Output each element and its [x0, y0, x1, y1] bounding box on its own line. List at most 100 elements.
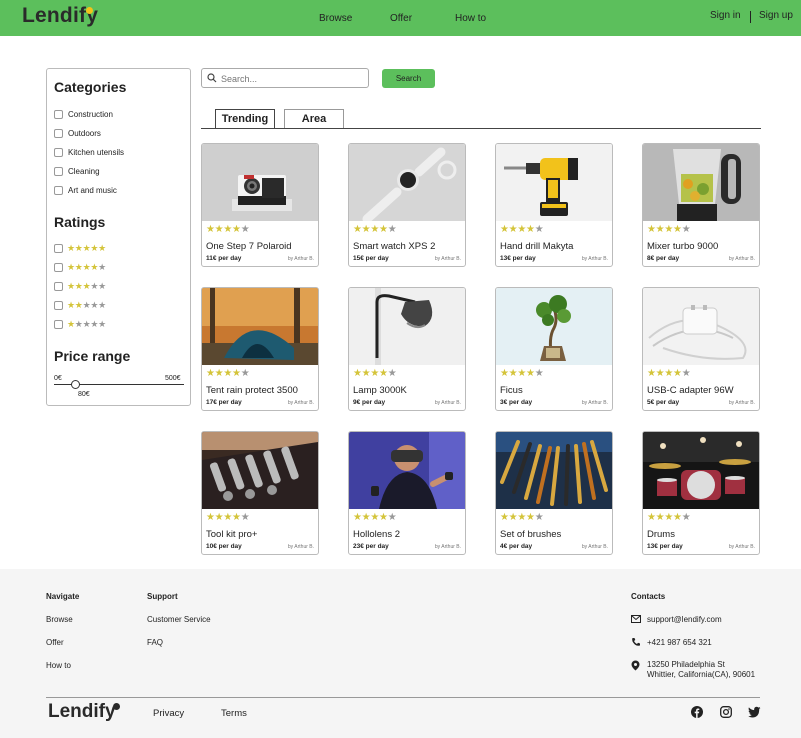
sign-up-link[interactable]: Sign up: [759, 10, 793, 21]
facebook-icon[interactable]: [691, 706, 703, 718]
product-title[interactable]: Hollolens 2: [353, 529, 400, 540]
rating-filter-1[interactable]: ★★★★★: [54, 318, 106, 330]
vr-headset-image[interactable]: [349, 432, 465, 509]
price-range-heading: Price range: [54, 348, 131, 364]
product-owner[interactable]: by Arthur B.: [582, 400, 608, 406]
product-card[interactable]: ★★★★★ Tent rain protect 3500 17€ per day by…: [201, 287, 319, 411]
product-card[interactable]: ★★★★★ Lamp 3000K 9€ per day by Arthur B.: [348, 287, 466, 411]
drums-image[interactable]: [643, 432, 759, 509]
product-owner[interactable]: by Arthur B.: [582, 256, 608, 262]
star-icon: ★: [232, 368, 241, 379]
product-owner[interactable]: by Arthur B.: [288, 544, 314, 550]
product-card[interactable]: ★★★★★ Smart watch XPS 2 15€ per day by Arth…: [348, 143, 466, 267]
instagram-icon[interactable]: [720, 706, 732, 718]
category-construction[interactable]: Construction: [54, 108, 113, 120]
hand-drill-image[interactable]: [496, 144, 612, 221]
smart-watch-image[interactable]: [349, 144, 465, 221]
contact-phone[interactable]: +421 987 654 321: [647, 638, 712, 647]
product-owner[interactable]: by Arthur B.: [729, 544, 755, 550]
product-price: 3€ per day: [500, 399, 533, 406]
product-card[interactable]: ★★★★★ Set of brushes 4€ per day by Arthur B…: [495, 431, 613, 555]
price-slider-thumb[interactable]: [70, 380, 80, 389]
contact-email[interactable]: support@lendify.com: [647, 615, 722, 624]
footer-link-privacy[interactable]: Privacy: [153, 708, 184, 719]
product-title[interactable]: Smart watch XPS 2: [353, 241, 435, 252]
star-icon: ★: [240, 224, 250, 235]
checkbox[interactable]: [54, 109, 63, 119]
tab-area[interactable]: Area: [284, 109, 344, 129]
mixer-image[interactable]: [643, 144, 759, 221]
footer-link-customer-service[interactable]: Customer Service: [147, 615, 211, 624]
product-owner[interactable]: by Arthur B.: [435, 400, 461, 406]
checkbox[interactable]: [54, 281, 63, 291]
category-cleaning[interactable]: Cleaning: [54, 165, 100, 177]
search-button[interactable]: Search: [382, 69, 435, 88]
nav-offer[interactable]: Offer: [390, 13, 412, 24]
product-owner[interactable]: by Arthur B.: [288, 256, 314, 262]
rating-filter-3[interactable]: ★★★★★: [54, 280, 106, 292]
brushes-image[interactable]: [496, 432, 612, 509]
tab-trending[interactable]: Trending: [215, 109, 275, 129]
rating-stars: ★★★★★: [67, 243, 106, 253]
product-title[interactable]: Ficus: [500, 385, 523, 396]
category-kitchen-utensils[interactable]: Kitchen utensils: [54, 146, 124, 158]
product-title[interactable]: Drums: [647, 529, 675, 540]
product-title[interactable]: Mixer turbo 9000: [647, 241, 718, 252]
ficus-image[interactable]: [496, 288, 612, 365]
nav-browse[interactable]: Browse: [319, 13, 352, 24]
product-owner[interactable]: by Arthur B.: [729, 400, 755, 406]
category-label: Cleaning: [68, 166, 100, 176]
checkbox[interactable]: [54, 185, 63, 195]
tent-image[interactable]: [202, 288, 318, 365]
rating-filter-5[interactable]: ★★★★★: [54, 242, 106, 254]
checkbox[interactable]: [54, 166, 63, 176]
product-owner[interactable]: by Arthur B.: [582, 544, 608, 550]
product-title[interactable]: One Step 7 Polaroid: [206, 241, 292, 252]
search-input[interactable]: [221, 71, 361, 86]
product-owner[interactable]: by Arthur B.: [435, 544, 461, 550]
product-title[interactable]: Tent rain protect 3500: [206, 385, 298, 396]
checkbox[interactable]: [54, 147, 63, 157]
checkbox[interactable]: [54, 262, 63, 272]
product-owner[interactable]: by Arthur B.: [729, 256, 755, 262]
checkbox[interactable]: [54, 319, 63, 329]
footer-link-offer[interactable]: Offer: [46, 638, 64, 647]
product-card[interactable]: ★★★★★ Drums 13€ per day by Arthur B.: [642, 431, 760, 555]
tool-kit-image[interactable]: [202, 432, 318, 509]
footer-link-how-to[interactable]: How to: [46, 661, 71, 670]
product-title[interactable]: Tool kit pro+: [206, 529, 258, 540]
product-owner[interactable]: by Arthur B.: [288, 400, 314, 406]
product-card[interactable]: ★★★★★ Ficus 3€ per day by Arthur B.: [495, 287, 613, 411]
footer-link-browse[interactable]: Browse: [46, 615, 73, 624]
footer-link-faq[interactable]: FAQ: [147, 638, 163, 647]
product-card[interactable]: ★★★★★ Hollolens 2 23€ per day by Arthur B.: [348, 431, 466, 555]
product-title[interactable]: Lamp 3000K: [353, 385, 407, 396]
rating-filter-2[interactable]: ★★★★★: [54, 299, 106, 311]
category-outdoors[interactable]: Outdoors: [54, 127, 101, 139]
product-card[interactable]: ★★★★★ USB-C adapter 96W 5€ per day by Arthu…: [642, 287, 760, 411]
checkbox[interactable]: [54, 243, 63, 253]
product-owner[interactable]: by Arthur B.: [435, 256, 461, 262]
search-box[interactable]: [201, 68, 369, 88]
price-min: 0€: [54, 375, 62, 382]
polaroid-camera-image[interactable]: [202, 144, 318, 221]
footer-logo[interactable]: Lendify: [48, 701, 116, 723]
product-title[interactable]: Hand drill Makyta: [500, 241, 573, 252]
product-card[interactable]: ★★★★★ Mixer turbo 9000 8€ per day by Arthur…: [642, 143, 760, 267]
usb-adapter-image[interactable]: [643, 288, 759, 365]
footer-contacts-heading: Contacts: [631, 592, 666, 601]
lamp-image[interactable]: [349, 288, 465, 365]
product-card[interactable]: ★★★★★ One Step 7 Polaroid 11€ per day by Ar…: [201, 143, 319, 267]
checkbox[interactable]: [54, 300, 63, 310]
footer-link-terms[interactable]: Terms: [221, 708, 247, 719]
twitter-icon[interactable]: [748, 706, 761, 718]
rating-filter-4[interactable]: ★★★★★: [54, 261, 106, 273]
nav-how-to[interactable]: How to: [455, 13, 486, 24]
product-card[interactable]: ★★★★★ Hand drill Makyta 13€ per day by Arth…: [495, 143, 613, 267]
sign-in-link[interactable]: Sign in: [710, 10, 741, 21]
category-art-and-music[interactable]: Art and music: [54, 184, 117, 196]
product-title[interactable]: Set of brushes: [500, 529, 561, 540]
product-title[interactable]: USB-C adapter 96W: [647, 385, 734, 396]
product-card[interactable]: ★★★★★ Tool kit pro+ 10€ per day by Arthur B…: [201, 431, 319, 555]
checkbox[interactable]: [54, 128, 63, 138]
